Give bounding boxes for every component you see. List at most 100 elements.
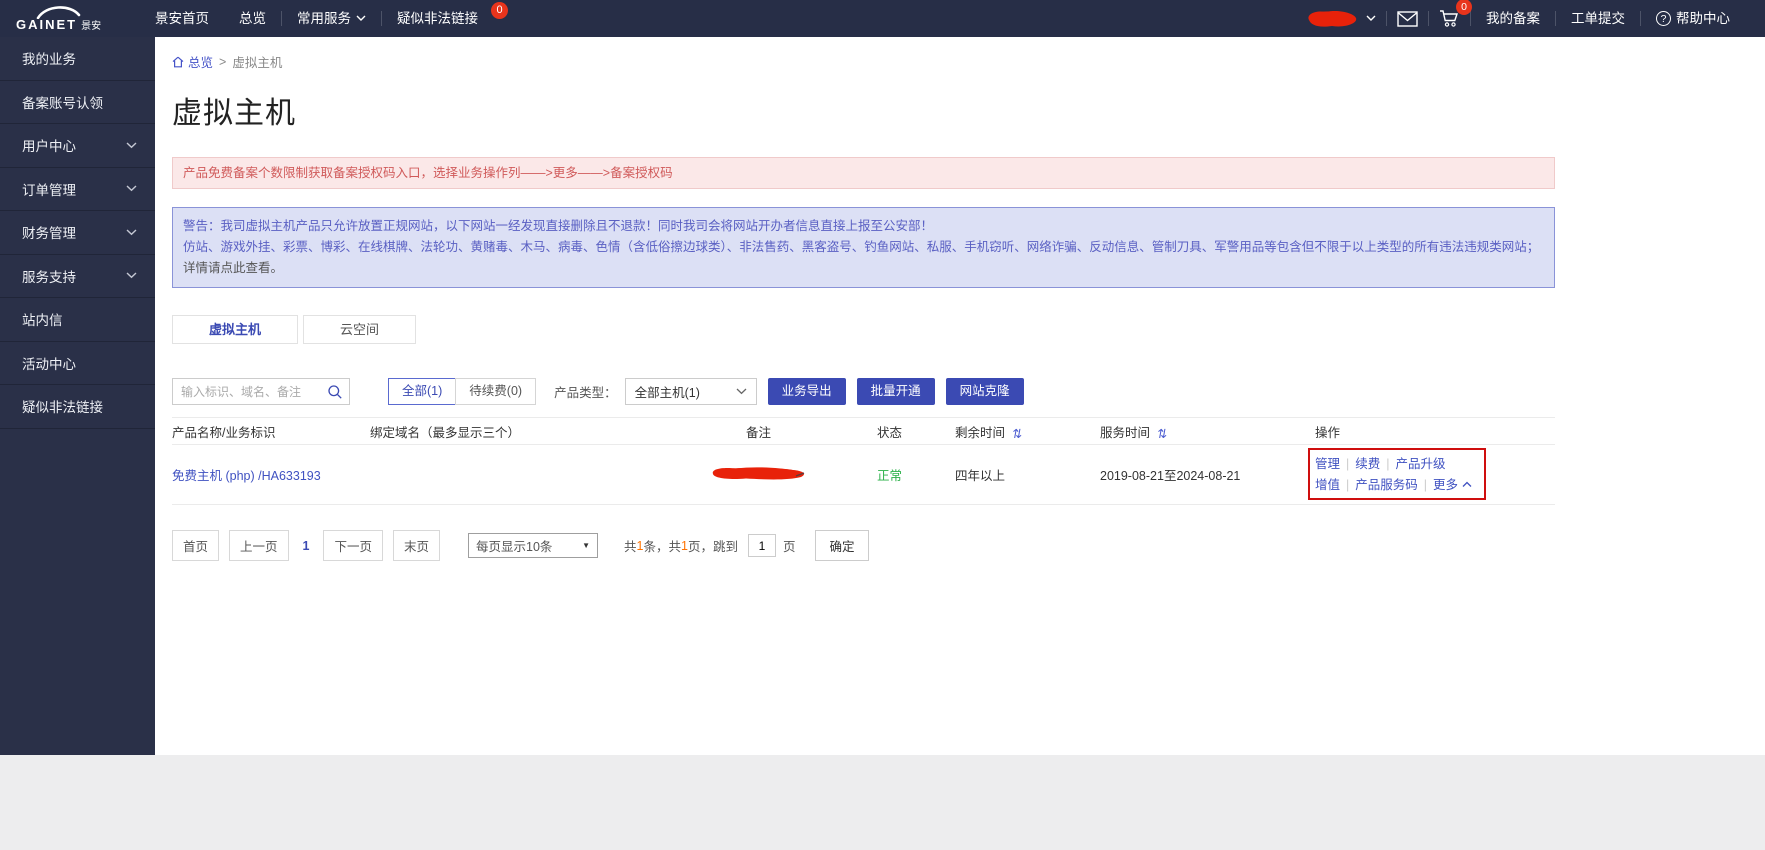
action-manage-link[interactable]: 管理	[1315, 457, 1340, 471]
page-next-button[interactable]: 下一页	[323, 530, 383, 561]
ticket-submit-label: 工单提交	[1571, 11, 1625, 26]
user-account-menu[interactable]	[1292, 7, 1386, 31]
site-clone-button[interactable]: 网站克隆	[945, 378, 1024, 405]
nav-right-group: 0 我的备案 工单提交 ? 帮助中心	[1292, 0, 1765, 37]
dropdown-triangle-icon: ▼	[582, 541, 591, 550]
action-separator: |	[1346, 477, 1350, 492]
sort-icon[interactable]: ⇅	[1010, 426, 1023, 441]
sidebar-item-label: 站内信	[22, 313, 63, 329]
cart-count-badge: 0	[1456, 0, 1472, 15]
product-type-select[interactable]: 全部主机(1)	[624, 378, 757, 405]
status-badge: 正常	[877, 469, 903, 483]
page-prev-button[interactable]: 上一页	[229, 530, 289, 561]
tab-virtual-host[interactable]: 虚拟主机	[172, 315, 299, 344]
sidebar-item-order-management[interactable]: 订单管理	[0, 168, 155, 211]
col-header-actions: 操作	[1315, 425, 1341, 440]
action-value-added-link[interactable]: 增值	[1315, 478, 1340, 492]
search-icon[interactable]	[327, 384, 343, 405]
confirm-button[interactable]: 确定	[815, 530, 869, 561]
redacted-remark-scribble	[712, 466, 804, 479]
sidebar-item-service-support[interactable]: 服务支持	[0, 255, 155, 298]
col-header-product: 产品名称/业务标识	[172, 425, 276, 440]
nav-item-services-label: 常用服务	[297, 11, 351, 26]
nav-item-services[interactable]: 常用服务	[282, 0, 381, 37]
my-beian-label: 我的备案	[1486, 11, 1540, 26]
warning-line2-text: 仿站、游戏外挂、彩票、博彩、在线棋牌、法轮功、黄赌毒、木马、病毒、色情（含低俗擦…	[183, 240, 1540, 254]
help-center-label: 帮助中心	[1676, 11, 1730, 26]
summary-text: 页，跳到	[687, 540, 738, 554]
chevron-up-icon	[1462, 481, 1471, 487]
breadcrumb-overview-label: 总览	[188, 56, 214, 70]
remaining-time-cell: 四年以上	[955, 469, 1006, 483]
breadcrumb: 总览 > 虚拟主机	[172, 37, 1555, 71]
col-header-remaining-label: 剩余时间	[955, 425, 1006, 440]
search-box	[172, 378, 350, 405]
sidebar-item-label: 用户中心	[22, 139, 76, 155]
page-title: 虚拟主机	[172, 97, 296, 130]
action-renew-link[interactable]: 续费	[1355, 457, 1380, 471]
nav-item-home[interactable]: 景安首页	[140, 0, 224, 37]
sidebar-item-label: 财务管理	[22, 226, 76, 242]
page-first-button[interactable]: 首页	[172, 530, 220, 561]
jump-page-input[interactable]	[747, 534, 776, 557]
warning-detail-link[interactable]: 详情请点此查看。	[183, 261, 283, 275]
col-header-remaining: 剩余时间 ⇅	[955, 422, 1100, 441]
per-page-select[interactable]: 每页显示10条 ▼	[468, 533, 599, 558]
nav-item-home-label: 景安首页	[155, 11, 209, 26]
chevron-down-icon	[126, 185, 137, 192]
action-separator: |	[1423, 477, 1428, 492]
batch-open-button[interactable]: 批量开通	[856, 378, 935, 405]
nav-item-my-beian[interactable]: 我的备案	[1471, 0, 1555, 37]
actions-cell: 管理 | 续费 | 产品升级 增值 | 产品服务码 | 更多	[1295, 447, 1555, 500]
logo-brand-text: GAINET	[16, 16, 78, 32]
chevron-down-icon	[1366, 15, 1376, 21]
nav-item-help-center[interactable]: ? 帮助中心	[1641, 0, 1745, 37]
current-page-number: 1	[302, 538, 310, 553]
cart-button[interactable]: 0	[1429, 0, 1472, 28]
table-row: 免费主机 (php) /HA633193 正常 四年以上 2019-08-21至…	[172, 445, 1555, 505]
chevron-down-icon	[126, 272, 137, 279]
sidebar-item-my-business[interactable]: 我的业务	[0, 37, 155, 81]
action-separator: |	[1386, 456, 1390, 471]
sidebar: 我的业务 备案账号认领 用户中心 订单管理 财务管理 服务支持 站内信 活动中心…	[0, 37, 155, 755]
product-type-label: 产品类型：	[554, 386, 617, 400]
sidebar-item-illegal-links[interactable]: 疑似非法链接	[0, 385, 155, 429]
nav-item-ticket-submit[interactable]: 工单提交	[1556, 0, 1640, 37]
nav-item-overview-label: 总览	[239, 11, 266, 26]
page-unit-label: 页	[782, 540, 796, 554]
sidebar-item-activity-center[interactable]: 活动中心	[0, 342, 155, 385]
tab-cloud-space[interactable]: 云空间	[303, 315, 417, 344]
page-last-button[interactable]: 末页	[393, 530, 441, 561]
sidebar-item-finance-management[interactable]: 财务管理	[0, 211, 155, 255]
col-header-service-time-label: 服务时间	[1100, 425, 1151, 440]
nav-item-overview[interactable]: 总览	[224, 0, 281, 37]
breadcrumb-separator: >	[219, 54, 227, 69]
main-content: 总览 > 虚拟主机 虚拟主机 产品免费备案个数限制获取备案授权码入口，选择业务操…	[155, 37, 1765, 755]
sidebar-item-beian-claim[interactable]: 备案账号认领	[0, 81, 155, 124]
product-name-link[interactable]: 免费主机 (php) /HA633193	[172, 469, 321, 483]
action-more-label: 更多	[1433, 477, 1459, 492]
gainet-logo[interactable]: GAINET 景安	[0, 5, 140, 32]
filter-all-button[interactable]: 全部(1)	[388, 378, 457, 405]
total-pages-count: 1	[681, 538, 688, 553]
sidebar-item-user-center[interactable]: 用户中心	[0, 124, 155, 168]
messages-button[interactable]	[1387, 10, 1428, 27]
nav-item-illegal-links[interactable]: 疑似非法链接 0	[382, 0, 515, 37]
sidebar-item-label: 备案账号认领	[22, 95, 103, 111]
action-upgrade-link[interactable]: 产品升级	[1396, 457, 1446, 471]
filter-bar: 全部(1) 待续费(0) 产品类型： 全部主机(1) 业务导出 批量开通 网站克…	[172, 378, 1555, 405]
actions-line2: 增值 | 产品服务码 | 更多	[1315, 475, 1555, 496]
pagination-summary: 共 1 条，共 1 页，跳到	[624, 536, 738, 555]
search-input[interactable]	[173, 384, 319, 399]
action-service-code-link[interactable]: 产品服务码	[1355, 478, 1418, 492]
action-more-link[interactable]: 更多	[1433, 478, 1472, 492]
business-export-button[interactable]: 业务导出	[767, 378, 846, 405]
help-icon: ?	[1656, 11, 1671, 26]
sidebar-item-site-messages[interactable]: 站内信	[0, 298, 155, 342]
filter-renew-button[interactable]: 待续费(0)	[455, 378, 537, 405]
col-header-domain: 绑定域名（最多显示三个）	[370, 425, 521, 440]
summary-text: 条，共	[643, 540, 681, 554]
sort-icon[interactable]: ⇅	[1155, 426, 1168, 441]
breadcrumb-overview-link[interactable]: 总览	[172, 52, 213, 71]
envelope-icon	[1397, 10, 1418, 27]
